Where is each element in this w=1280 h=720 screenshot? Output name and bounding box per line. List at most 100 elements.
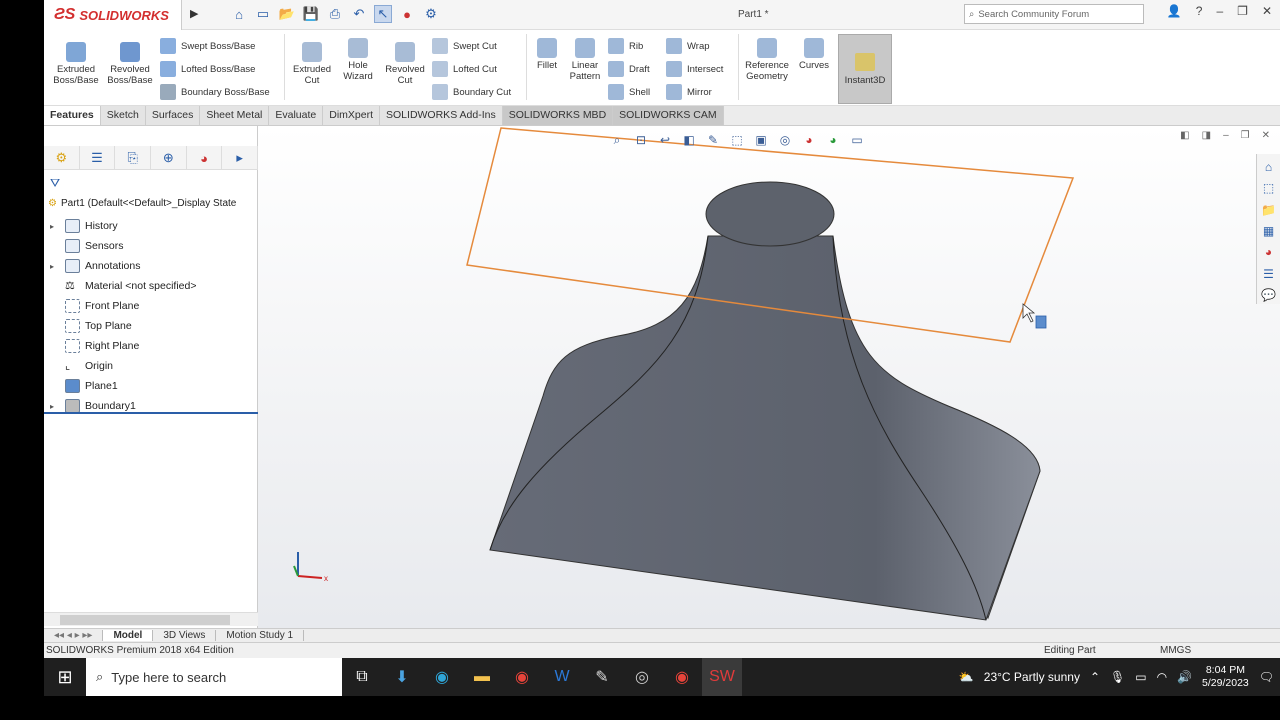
- viewport-back-icon[interactable]: ◧: [1180, 130, 1189, 141]
- view-palette-icon[interactable]: ▦: [1260, 222, 1278, 239]
- swept-boss-button[interactable]: Swept Boss/Base: [160, 38, 255, 54]
- menu-expand-arrow-icon[interactable]: ▶: [190, 7, 198, 20]
- tab-dimxpert[interactable]: DimXpert: [323, 106, 381, 125]
- user-icon[interactable]: 👤: [1167, 4, 1182, 18]
- file-explorer-icon[interactable]: 📁: [1260, 201, 1278, 218]
- apply-scene-icon[interactable]: ◕: [824, 132, 842, 148]
- print-icon[interactable]: ⎙: [326, 5, 344, 23]
- tree-item-annotations[interactable]: ▸ Annotations: [50, 256, 196, 276]
- select-cursor-icon[interactable]: ↖: [374, 5, 392, 23]
- undo-icon[interactable]: ↶: [350, 5, 368, 23]
- view-orientation-icon[interactable]: ⬚: [728, 132, 746, 148]
- viewport-restore-icon[interactable]: ❐: [1241, 130, 1250, 141]
- revolved-boss-button[interactable]: Revolved Boss/Base: [106, 42, 154, 86]
- unit-system-selector[interactable]: MMGS: [1160, 645, 1191, 656]
- dimxpert-manager-tab-icon[interactable]: ⊕: [151, 146, 187, 170]
- community-search-input[interactable]: ⌕ Search Community Forum: [964, 4, 1144, 24]
- wrap-button[interactable]: Wrap: [666, 38, 710, 54]
- tab-mbd[interactable]: SOLIDWORKS MBD: [502, 106, 614, 125]
- windows-start-icon[interactable]: ⊞: [44, 658, 86, 696]
- extruded-boss-button[interactable]: Extruded Boss/Base: [53, 42, 99, 86]
- tab-3d-views[interactable]: 3D Views: [153, 630, 217, 641]
- display-manager-tab-icon[interactable]: ◕: [187, 146, 223, 170]
- lofted-boss-button[interactable]: Lofted Boss/Base: [160, 61, 255, 77]
- expand-arrow-icon[interactable]: ▸: [50, 262, 60, 271]
- tree-root-part[interactable]: ⚙ Part1 (Default<<Default>_Display State: [48, 198, 236, 209]
- tab-addins[interactable]: SOLIDWORKS Add-Ins: [380, 106, 503, 125]
- chrome-profile-icon[interactable]: ◉: [662, 658, 702, 696]
- instant3d-button[interactable]: Instant3D: [838, 34, 892, 104]
- zoom-to-fit-icon[interactable]: ⌕: [608, 132, 626, 148]
- boundary-boss-button[interactable]: Boundary Boss/Base: [160, 84, 270, 100]
- tab-evaluate[interactable]: Evaluate: [269, 106, 324, 125]
- solidworks-taskbar-icon[interactable]: SW: [702, 658, 742, 696]
- weather-text[interactable]: 23°C Partly sunny: [984, 670, 1080, 684]
- tab-model[interactable]: Model: [103, 630, 154, 641]
- tree-item-plane1[interactable]: Plane1: [50, 376, 196, 396]
- viewport-forward-icon[interactable]: ◨: [1202, 130, 1211, 141]
- wifi-icon[interactable]: ◠: [1157, 670, 1167, 684]
- new-document-icon[interactable]: ▭: [254, 5, 272, 23]
- taskbar-search-box[interactable]: ⌕ Type here to search: [86, 658, 342, 696]
- reference-geometry-button[interactable]: Reference Geometry: [742, 38, 792, 82]
- view-settings-icon[interactable]: ▭: [848, 132, 866, 148]
- draft-button[interactable]: Draft: [608, 61, 650, 77]
- viewport-close-icon[interactable]: ✕: [1262, 130, 1270, 141]
- graphics-area[interactable]: x ⌕ ⊡ ↩ ◧ ✎ ⬚ ▣ ◎ ◕ ◕ ▭ ◧ ◨ – ❐ ✕ ⌂ ⬚ 📁 …: [258, 126, 1280, 628]
- help-icon[interactable]: ?: [1196, 4, 1203, 18]
- close-icon[interactable]: ✕: [1262, 4, 1272, 18]
- zoom-to-area-icon[interactable]: ⊡: [632, 132, 650, 148]
- previous-view-icon[interactable]: ↩: [656, 132, 674, 148]
- tab-features[interactable]: Features: [44, 106, 101, 125]
- solidworks-pdm-icon[interactable]: ⬇: [382, 658, 422, 696]
- chrome-icon[interactable]: ◉: [502, 658, 542, 696]
- fillet-button[interactable]: Fillet: [532, 38, 562, 71]
- tab-sketch[interactable]: Sketch: [100, 106, 146, 125]
- tab-nav-arrows-icon[interactable]: ◂◂ ◂ ▸ ▸▸: [44, 630, 104, 641]
- expand-arrow-icon[interactable]: ▸: [50, 402, 60, 411]
- hide-show-items-icon[interactable]: ◎: [776, 132, 794, 148]
- weather-partly-sunny-icon[interactable]: ⛅: [959, 670, 974, 684]
- paint-app-icon[interactable]: ✎: [582, 658, 622, 696]
- restore-icon[interactable]: ❐: [1237, 4, 1248, 18]
- rollback-bar[interactable]: [44, 412, 258, 414]
- tab-motion-study[interactable]: Motion Study 1: [216, 630, 305, 641]
- tab-sheet-metal[interactable]: Sheet Metal: [200, 106, 270, 125]
- tree-item-right-plane[interactable]: Right Plane: [50, 336, 196, 356]
- word-icon[interactable]: W: [542, 658, 582, 696]
- expand-arrow-icon[interactable]: ▸: [50, 222, 60, 231]
- intersect-button[interactable]: Intersect: [666, 61, 723, 77]
- logo-area[interactable]: ƧS SOLIDWORKS: [44, 0, 182, 30]
- scrollbar-thumb[interactable]: [60, 615, 230, 625]
- configuration-manager-tab-icon[interactable]: ⎘: [115, 146, 152, 170]
- clock[interactable]: 8:04 PM 5/29/2023: [1202, 664, 1249, 690]
- edit-appearance-icon[interactable]: ◕: [800, 132, 818, 148]
- tree-item-top-plane[interactable]: Top Plane: [50, 316, 196, 336]
- forum-icon[interactable]: 💬: [1260, 287, 1278, 304]
- extruded-cut-button[interactable]: Extruded Cut: [290, 42, 334, 86]
- options-gear-icon[interactable]: ⚙: [422, 5, 440, 23]
- hole-wizard-button[interactable]: Hole Wizard: [338, 38, 378, 82]
- tree-item-history[interactable]: ▸ History: [50, 216, 196, 236]
- custom-properties-icon[interactable]: ☰: [1260, 265, 1278, 282]
- swept-cut-button[interactable]: Swept Cut: [432, 38, 497, 54]
- mirror-button[interactable]: Mirror: [666, 84, 712, 100]
- tab-cam[interactable]: SOLIDWORKS CAM: [613, 106, 724, 125]
- microphone-icon[interactable]: 🎙: [1110, 670, 1125, 684]
- viewport-minimize-icon[interactable]: –: [1223, 130, 1229, 141]
- rib-button[interactable]: Rib: [608, 38, 643, 54]
- task-view-icon[interactable]: ⧉: [342, 658, 382, 696]
- property-manager-tab-icon[interactable]: ☰: [80, 146, 116, 170]
- notifications-icon[interactable]: 🗨: [1259, 670, 1274, 684]
- volume-icon[interactable]: 🔊: [1177, 670, 1192, 684]
- battery-icon[interactable]: ▭: [1135, 670, 1146, 684]
- tray-overflow-icon[interactable]: ⌃: [1090, 670, 1100, 684]
- tree-item-front-plane[interactable]: Front Plane: [50, 296, 196, 316]
- feature-manager-tab-icon[interactable]: ⚙: [44, 146, 80, 170]
- save-icon[interactable]: 💾: [302, 5, 320, 23]
- recorder-app-icon[interactable]: ◎: [622, 658, 662, 696]
- shell-button[interactable]: Shell: [608, 84, 650, 100]
- rebuild-icon[interactable]: ●: [398, 5, 416, 23]
- open-folder-icon[interactable]: 📂: [278, 5, 296, 23]
- design-library-icon[interactable]: ⬚: [1260, 179, 1278, 196]
